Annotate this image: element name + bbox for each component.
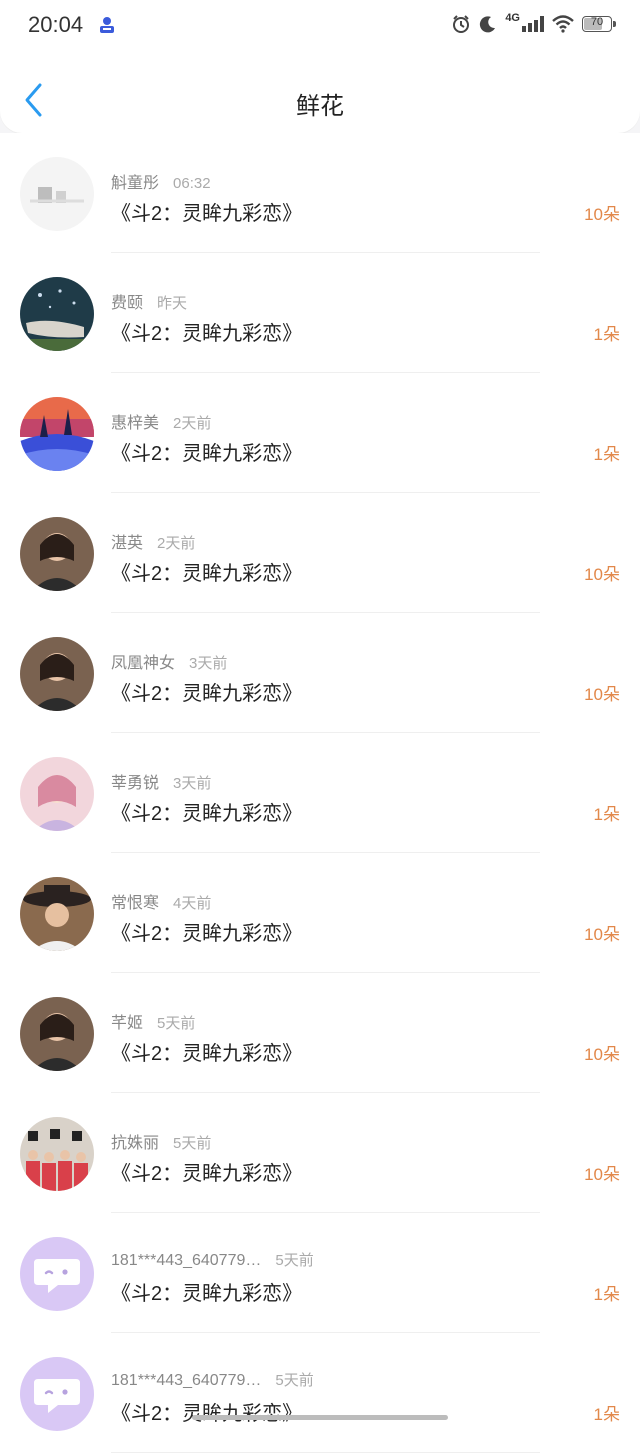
item-meta: 常恨寒 4天前 xyxy=(111,889,211,913)
item-time: 3天前 xyxy=(173,775,212,792)
default-chat-avatar-icon[interactable] xyxy=(20,1237,94,1311)
avatar-portrait-icon[interactable] xyxy=(20,517,94,591)
item-time: 5天前 xyxy=(275,1252,314,1269)
list-item[interactable]: 抗姝丽 5天前《斗2：灵眸九彩恋》 10朵 xyxy=(0,1093,640,1213)
item-meta: 湛英 2天前 xyxy=(111,529,195,553)
book-title: 《斗2：灵眸九彩恋》 xyxy=(111,1163,303,1185)
book-title: 《斗2：灵眸九彩恋》 xyxy=(111,923,303,945)
item-meta: 惠梓美 2天前 xyxy=(111,409,211,433)
item-time: 4天前 xyxy=(173,895,212,912)
avatar-snow-icon[interactable] xyxy=(20,157,94,231)
avatar-anime-icon[interactable] xyxy=(20,757,94,831)
wifi-icon xyxy=(552,15,574,33)
book-title: 《斗2：灵眸九彩恋》 xyxy=(111,203,303,225)
item-time: 昨天 xyxy=(157,295,188,312)
item-time: 5天前 xyxy=(173,1135,212,1152)
list-item[interactable]: 费颐 昨天《斗2：灵眸九彩恋》 1朵 xyxy=(0,253,640,373)
user-name: 抗姝丽 xyxy=(111,1135,160,1152)
alarm-icon xyxy=(453,15,470,33)
item-meta: 181***443_640779… 5天前 xyxy=(111,1249,314,1270)
flower-count: 10朵 xyxy=(584,1165,620,1184)
flower-count: 1朵 xyxy=(593,445,620,464)
flower-count: 1朵 xyxy=(593,1285,620,1304)
user-name: 181***443_640779… xyxy=(111,1252,262,1269)
item-time: 2天前 xyxy=(157,535,196,552)
signal-icon xyxy=(522,16,544,32)
item-meta: 芊姬 5天前 xyxy=(111,1009,195,1033)
user-name: 莘勇锐 xyxy=(111,775,160,792)
item-time: 06:32 xyxy=(173,175,211,192)
avatar-portrait-icon[interactable] xyxy=(20,997,94,1071)
list-item[interactable]: 凤凰神女 3天前《斗2：灵眸九彩恋》 10朵 xyxy=(0,613,640,733)
flower-count: 10朵 xyxy=(584,1045,620,1064)
item-meta: 费颐 昨天 xyxy=(111,289,187,313)
user-name: 斛童彤 xyxy=(111,175,160,192)
flower-count: 1朵 xyxy=(593,805,620,824)
list-item[interactable]: 惠梓美 2天前《斗2：灵眸九彩恋》 1朵 xyxy=(0,373,640,493)
book-title: 《斗2：灵眸九彩恋》 xyxy=(111,563,303,585)
list-item[interactable]: 181***443_640779… 5天前 《斗2：灵眸九彩恋》 1朵 xyxy=(0,1333,640,1453)
top-bar: 20:04 4G 70 鲜花 xyxy=(0,0,640,133)
item-meta: 181***443_640779… 5天前 xyxy=(111,1369,314,1390)
list-item[interactable]: 芊姬 5天前《斗2：灵眸九彩恋》 10朵 xyxy=(0,973,640,1093)
list-item[interactable]: 181***443_640779… 5天前《斗2：灵眸九彩恋》 1朵 xyxy=(0,1213,640,1333)
book-title: 《斗2：灵眸九彩恋》 xyxy=(111,443,303,465)
do-not-disturb-icon xyxy=(480,16,496,33)
avatar-hand-icon[interactable] xyxy=(20,277,94,351)
item-meta: 莘勇锐 3天前 xyxy=(111,769,211,793)
book-title: 《斗2：灵眸九彩恋》 xyxy=(111,1283,303,1305)
avatar-group-icon[interactable] xyxy=(20,1117,94,1191)
item-time: 3天前 xyxy=(189,655,228,672)
book-title: 《斗2：灵眸九彩恋》 xyxy=(111,1043,303,1065)
user-name: 费颐 xyxy=(111,295,144,312)
book-title: 《斗2：灵眸九彩恋》 xyxy=(111,683,303,705)
network-type: 4G xyxy=(505,12,520,24)
item-meta: 斛童彤 06:32 xyxy=(111,169,211,193)
flower-count: 1朵 xyxy=(593,1405,620,1424)
flower-count: 10朵 xyxy=(584,205,620,224)
list-item[interactable]: 湛英 2天前《斗2：灵眸九彩恋》 10朵 xyxy=(0,493,640,613)
user-name: 181***443_640779… xyxy=(111,1372,262,1389)
book-title: 《斗2：灵眸九彩恋》 xyxy=(111,323,303,345)
list-item[interactable]: 斛童彤 06:32 《斗2：灵眸九彩恋》 10朵 xyxy=(0,133,640,253)
default-chat-avatar-icon[interactable] xyxy=(20,1357,94,1431)
battery-level: 70 xyxy=(590,16,604,28)
item-time: 5天前 xyxy=(275,1372,314,1389)
flower-count: 10朵 xyxy=(584,565,620,584)
item-time: 5天前 xyxy=(157,1015,196,1032)
user-name: 常恨寒 xyxy=(111,895,160,912)
book-title: 《斗2：灵眸九彩恋》 xyxy=(111,803,303,825)
user-name: 凤凰神女 xyxy=(111,655,176,672)
item-time: 2天前 xyxy=(173,415,212,432)
avatar-portrait-icon[interactable] xyxy=(20,637,94,711)
user-name: 惠梓美 xyxy=(111,415,160,432)
status-time: 20:04 xyxy=(28,12,84,37)
flower-count: 10朵 xyxy=(584,925,620,944)
app-notification-icon xyxy=(100,17,114,33)
flower-count: 10朵 xyxy=(584,685,620,704)
item-meta: 凤凰神女 3天前 xyxy=(111,649,227,673)
home-indicator[interactable] xyxy=(192,1415,448,1420)
list-item[interactable]: 莘勇锐 3天前《斗2：灵眸九彩恋》 1朵 xyxy=(0,733,640,853)
list-item[interactable]: 常恨寒 4天前《斗2：灵眸九彩恋》 10朵 xyxy=(0,853,640,973)
item-meta: 抗姝丽 5天前 xyxy=(111,1129,211,1153)
page-title: 鲜花 xyxy=(296,93,344,120)
user-name: 芊姬 xyxy=(111,1015,144,1032)
battery-icon: 70 xyxy=(582,16,616,32)
avatar-hat-icon[interactable] xyxy=(20,877,94,951)
avatar-landscape-icon[interactable] xyxy=(20,397,94,471)
flower-list: 斛童彤 06:32 《斗2：灵眸九彩恋》 10朵 费颐 昨天 《斗2：灵眸九彩恋》 1朵 惠梓美… xyxy=(0,133,640,1453)
flower-count: 1朵 xyxy=(593,325,620,344)
user-name: 湛英 xyxy=(111,535,144,552)
status-bar: 20:04 4G 70 xyxy=(0,0,640,52)
